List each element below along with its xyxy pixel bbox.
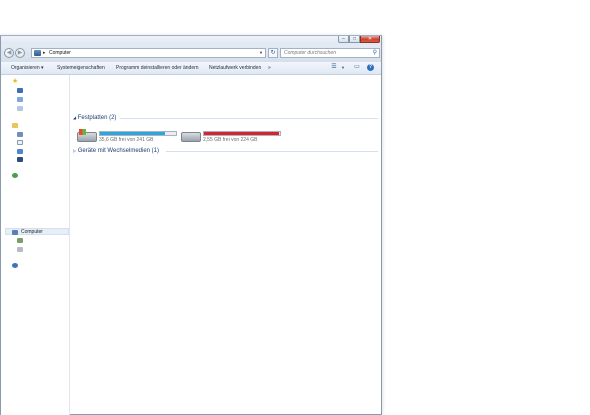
title-bar: – □ ✕ [1, 36, 381, 45]
help-icon[interactable]: ? [367, 64, 374, 71]
group-hard-disks[interactable]: ◢ Festplatten (2) [73, 115, 116, 121]
drive-usage-bar [203, 131, 281, 136]
view-options-icon[interactable]: ☰ [330, 64, 338, 71]
documents-library-icon[interactable] [17, 140, 23, 145]
drive-usage-fill [204, 132, 280, 135]
map-network-drive-button[interactable]: Netzlaufwerk verbinden [209, 65, 261, 71]
search-icon[interactable]: ⚲ [373, 49, 377, 56]
group-divider [166, 151, 378, 152]
local-disk-icon[interactable] [17, 238, 23, 243]
navigation-pane: ★ Computer [1, 75, 70, 415]
network-icon[interactable] [12, 263, 18, 268]
command-bar: Organisieren ▾ Systemeigenschaften Progr… [1, 62, 381, 75]
search-placeholder: Computer durchsuchen [284, 50, 336, 56]
favorites-star-icon[interactable]: ★ [12, 78, 18, 85]
explorer-window: – □ ✕ ◀ ▶ ▸ Computer ▼ ↻ Computer durchs… [0, 35, 382, 415]
libraries-icon[interactable] [12, 123, 18, 128]
forward-button[interactable]: ▶ [15, 48, 25, 58]
refresh-button[interactable]: ↻ [268, 48, 278, 58]
preview-pane-icon[interactable]: ▭ [353, 64, 361, 71]
group-label: Festplatten (2) [77, 115, 117, 121]
search-input[interactable]: Computer durchsuchen ⚲ [280, 48, 380, 58]
windows-logo-icon [79, 129, 86, 135]
breadcrumb-computer[interactable]: Computer [49, 50, 71, 56]
drive-icon[interactable] [17, 247, 23, 252]
downloads-icon[interactable] [17, 97, 23, 102]
computer-icon [12, 230, 18, 235]
drive-caption: 2,55 GB frei von 224 GB [203, 137, 258, 143]
uninstall-program-button[interactable]: Programm deinstallieren oder ändern [116, 65, 199, 71]
computer-icon [34, 50, 41, 56]
more-commands-button[interactable]: » [268, 65, 271, 71]
maximize-button[interactable]: □ [349, 36, 360, 43]
address-bar-area: ◀ ▶ ▸ Computer ▼ ↻ Computer durchsuchen … [1, 45, 381, 62]
back-button[interactable]: ◀ [4, 48, 14, 58]
hard-disk-icon [77, 129, 97, 142]
minimize-button[interactable]: – [338, 36, 349, 43]
drive-usage-fill [100, 132, 165, 135]
organize-button[interactable]: Organisieren ▾ [11, 65, 44, 71]
sidebar-item-label: Computer [21, 229, 43, 235]
drive-usage-bar [99, 131, 177, 136]
hard-disk-icon [181, 132, 201, 142]
group-label: Geräte mit Wechselmedien (1) [77, 148, 160, 154]
music-library-icon[interactable] [17, 149, 23, 154]
drive-caption: 35,6 GB frei von 241 GB [99, 137, 154, 143]
images-library-icon[interactable] [17, 132, 23, 137]
breadcrumb-separator[interactable]: ▸ [43, 50, 46, 56]
group-divider [120, 118, 378, 119]
desktop-icon[interactable] [17, 88, 23, 93]
sidebar-item-computer[interactable]: Computer [5, 228, 69, 235]
content-pane: ◢ Festplatten (2) 35,6 GB frei von 241 G… [70, 75, 381, 415]
homegroup-icon[interactable] [12, 173, 18, 178]
group-removable-media[interactable]: ▷ Geräte mit Wechselmedien (1) [73, 148, 159, 154]
videos-library-icon[interactable] [17, 157, 23, 162]
recent-places-icon[interactable] [17, 106, 23, 111]
collapse-arrow-icon: ◢ [73, 115, 77, 120]
expand-arrow-icon: ▷ [73, 148, 77, 153]
close-button[interactable]: ✕ [360, 36, 380, 43]
view-dropdown-icon[interactable]: ▼ [339, 64, 347, 71]
system-properties-button[interactable]: Systemeigenschaften [57, 65, 105, 71]
address-box[interactable]: ▸ Computer ▼ [31, 48, 266, 58]
chevron-down-icon[interactable]: ▼ [259, 50, 263, 55]
